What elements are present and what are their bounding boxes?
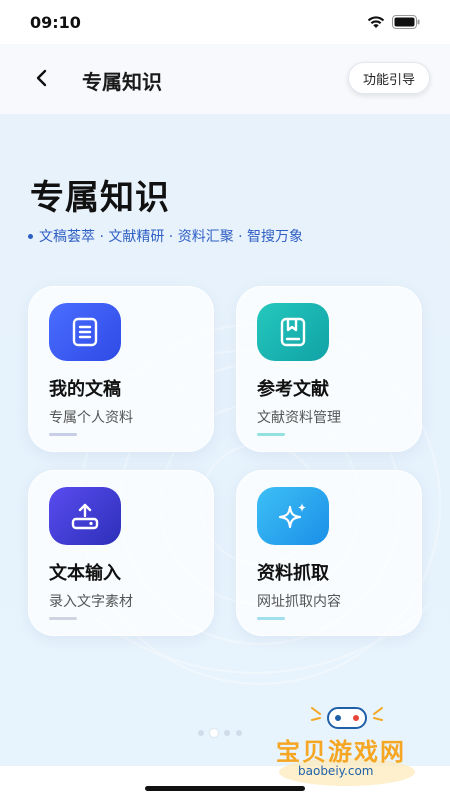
card-title: 文本输入 xyxy=(49,563,121,584)
tagline: 文稿荟萃 · 文献精研 · 资料汇聚 · 智搜万象 xyxy=(28,226,303,246)
watermark-text: 宝贝游戏网 xyxy=(276,738,406,766)
feature-guide-button[interactable]: 功能引导 xyxy=(347,62,430,94)
watermark-logo: 宝贝游戏网 baobeiy.com xyxy=(272,700,422,790)
page-indicator xyxy=(198,729,242,737)
sparkle-icon xyxy=(257,487,329,545)
tagline-dot xyxy=(28,233,33,239)
card-accent-bar xyxy=(257,433,285,436)
main-content: 专属知识 文稿荟萃 · 文献精研 · 资料汇聚 · 智搜万象 我的文稿 专属个人… xyxy=(0,114,450,766)
page-dot-active[interactable] xyxy=(210,729,218,737)
card-text-input[interactable]: 文本输入 录入文字素材 xyxy=(28,470,214,636)
card-subtitle: 录入文字素材 xyxy=(49,594,133,610)
wifi-icon xyxy=(366,15,386,29)
card-title: 资料抓取 xyxy=(257,563,329,584)
card-subtitle: 专属个人资料 xyxy=(49,410,133,426)
card-references[interactable]: 参考文献 文献资料管理 xyxy=(236,286,422,452)
tagline-text: 文稿荟萃 · 文献精研 · 资料汇聚 · 智搜万象 xyxy=(39,229,304,245)
card-my-manuscripts[interactable]: 我的文稿 专属个人资料 xyxy=(28,286,214,452)
page-dot[interactable] xyxy=(236,730,242,736)
card-accent-bar xyxy=(49,617,77,620)
status-time: 09:10 xyxy=(30,12,81,32)
page-dot[interactable] xyxy=(224,730,230,736)
bookmark-book-icon xyxy=(257,303,329,361)
card-title: 参考文献 xyxy=(257,379,329,400)
upload-icon xyxy=(49,487,121,545)
card-data-scraping[interactable]: 资料抓取 网址抓取内容 xyxy=(236,470,422,636)
document-icon xyxy=(49,303,121,361)
card-accent-bar xyxy=(49,433,77,436)
card-title: 我的文稿 xyxy=(49,379,121,400)
page-title: 专属知识 xyxy=(30,178,170,218)
back-arrow-icon[interactable] xyxy=(30,66,54,90)
status-bar: 09:10 xyxy=(0,0,450,44)
nav-bar: 专属知识 功能引导 xyxy=(0,44,450,114)
home-indicator[interactable] xyxy=(145,786,305,791)
card-subtitle: 文献资料管理 xyxy=(257,410,341,426)
nav-title: 专属知识 xyxy=(82,70,162,94)
card-subtitle: 网址抓取内容 xyxy=(257,594,341,610)
page-dot[interactable] xyxy=(198,730,204,736)
status-icons xyxy=(366,15,420,29)
watermark-url: baobeiy.com xyxy=(298,764,374,778)
battery-icon xyxy=(392,15,420,29)
card-accent-bar xyxy=(257,617,285,620)
